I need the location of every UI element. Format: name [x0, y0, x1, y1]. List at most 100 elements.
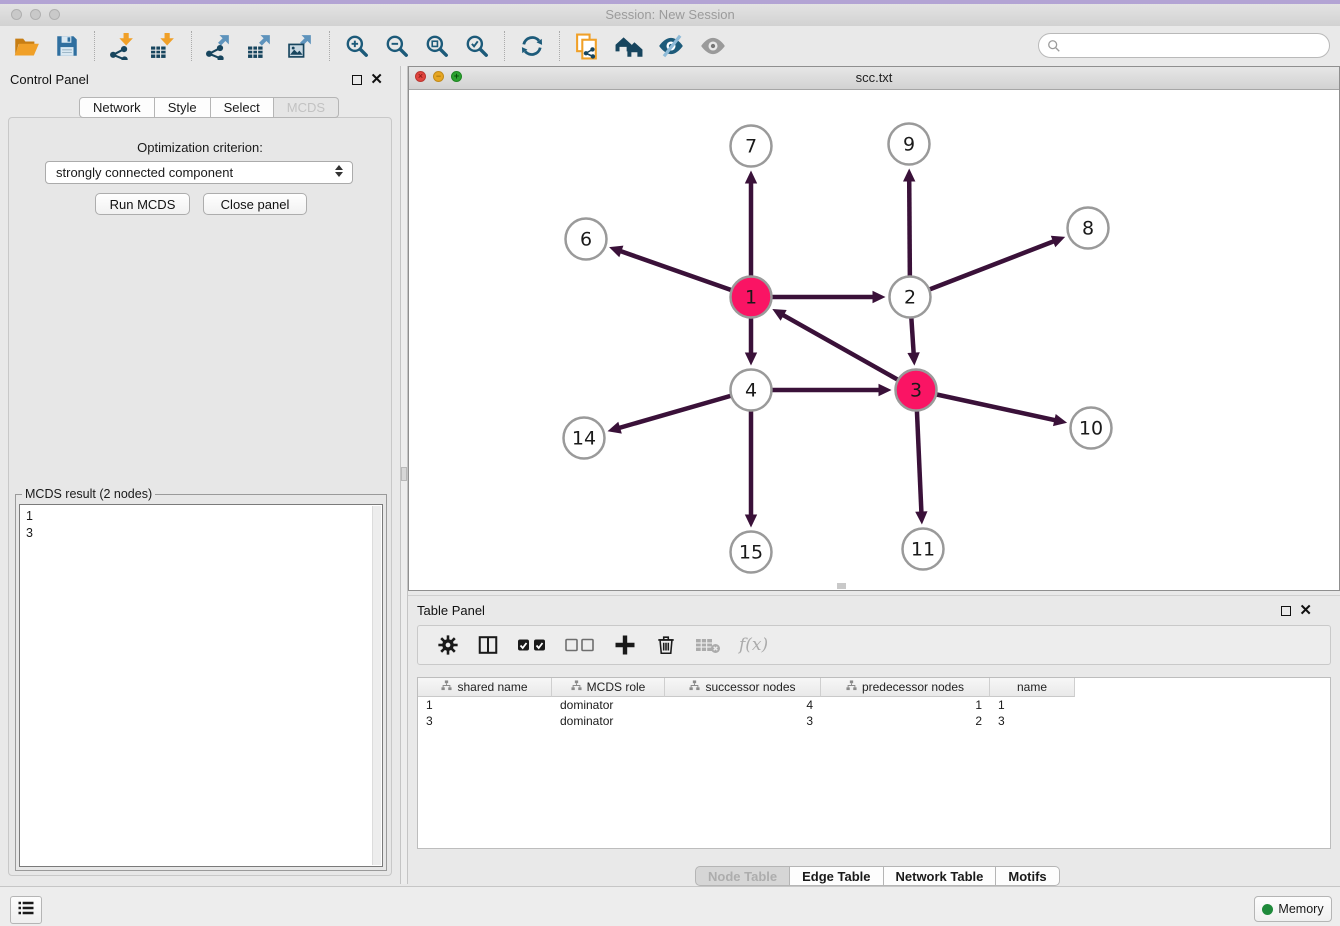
table-cell[interactable]: 4: [665, 697, 821, 713]
open-file-button[interactable]: [6, 28, 47, 64]
float-panel-icon[interactable]: [352, 75, 362, 85]
toolbar-button-group: [6, 26, 734, 66]
run-mcds-button[interactable]: Run MCDS: [95, 193, 190, 215]
toolbar-separator: [504, 31, 505, 61]
table-settings-button[interactable]: [428, 627, 468, 663]
tab-network[interactable]: Network: [79, 97, 155, 118]
tab-select[interactable]: Select: [211, 97, 274, 118]
export-image-button[interactable]: [281, 28, 322, 64]
graph-node-15[interactable]: 15: [731, 532, 772, 573]
network-window-titlebar[interactable]: × − + scc.txt: [409, 67, 1339, 90]
zoom-in-button[interactable]: [337, 28, 377, 64]
table-toolbar: f(x): [417, 625, 1331, 665]
tab-style[interactable]: Style: [155, 97, 211, 118]
zoom-in-icon: [344, 33, 370, 59]
split-panel-button[interactable]: [468, 627, 508, 663]
save-session-button[interactable]: [47, 28, 87, 64]
toolbar-separator: [559, 31, 560, 61]
tree-hierarchy-icon: [689, 680, 700, 694]
application-window: Session: New Session Control Panel ✕ Net…: [0, 0, 1340, 926]
table-cell[interactable]: dominator: [552, 713, 665, 729]
search-input[interactable]: [1065, 35, 1329, 57]
export-network-button[interactable]: [199, 28, 240, 64]
graph-edge-3-10[interactable]: [916, 390, 1067, 426]
graph-node-9[interactable]: 9: [889, 124, 930, 165]
graph-node-1[interactable]: 1: [731, 277, 772, 318]
graph-node-2[interactable]: 2: [890, 277, 931, 318]
panel-splitter[interactable]: [400, 66, 408, 884]
splitter-handle[interactable]: [401, 467, 407, 481]
column-header-successor-nodes[interactable]: successor nodes: [665, 678, 821, 697]
memory-button[interactable]: Memory: [1254, 896, 1332, 922]
table-cell[interactable]: 1: [990, 697, 1075, 713]
export-table-button[interactable]: [240, 28, 281, 64]
delete-entry-button[interactable]: [646, 627, 686, 663]
list-icon: [16, 898, 36, 923]
column-header-shared-name[interactable]: shared name: [418, 678, 552, 697]
svg-text:7: 7: [745, 136, 757, 158]
graph-node-14[interactable]: 14: [564, 418, 605, 459]
table-cell[interactable]: 3: [665, 713, 821, 729]
graph-node-10[interactable]: 10: [1071, 408, 1112, 449]
control-panel-title: Control Panel: [10, 72, 89, 87]
close-panel-icon[interactable]: ✕: [370, 73, 383, 87]
graph-node-4[interactable]: 4: [731, 370, 772, 411]
optimization-criterion-select[interactable]: strongly connected component: [45, 161, 353, 184]
zoom-out-button[interactable]: [377, 28, 417, 64]
table-cell[interactable]: 3: [418, 713, 552, 729]
show-details-button: [692, 28, 734, 64]
zoom-fit-button[interactable]: [417, 28, 457, 64]
tab-node-table[interactable]: Node Table: [695, 866, 790, 886]
hide-details-button[interactable]: [650, 28, 692, 64]
zoom-selected-button[interactable]: [457, 28, 497, 64]
table-row[interactable]: 1dominator411: [418, 697, 1330, 713]
home-button[interactable]: [608, 28, 650, 64]
table-cell[interactable]: dominator: [552, 697, 665, 713]
import-network-icon: [109, 33, 136, 60]
graph-node-8[interactable]: 8: [1068, 208, 1109, 249]
column-label: shared name: [457, 680, 527, 694]
task-history-button[interactable]: [10, 896, 42, 924]
canvas-scrollbar-thumb[interactable]: [837, 583, 846, 589]
tree-hierarchy-icon: [441, 680, 452, 694]
select-all-button[interactable]: [508, 627, 556, 663]
import-network-button[interactable]: [102, 28, 143, 64]
import-table-button[interactable]: [143, 28, 184, 64]
network-canvas[interactable]: 1 2 3 4 6 7 8 9 10 11 14 15: [409, 88, 1339, 590]
tab-motifs[interactable]: Motifs: [996, 866, 1059, 886]
close-table-panel-icon[interactable]: ✕: [1299, 604, 1312, 618]
table-cell[interactable]: 1: [821, 697, 990, 713]
graph-edge-2-8[interactable]: [910, 236, 1065, 297]
optimization-criterion-label: Optimization criterion:: [9, 140, 391, 155]
result-scrollbar[interactable]: [372, 506, 381, 865]
graph-edge-1-6[interactable]: [609, 246, 751, 297]
graph-node-3[interactable]: 3: [896, 370, 937, 411]
table-cell[interactable]: 2: [821, 713, 990, 729]
deselect-all-icon: [565, 637, 595, 653]
column-header-MCDS-role[interactable]: MCDS role: [552, 678, 665, 697]
show-details-icon: [699, 32, 727, 60]
column-header-name[interactable]: name: [990, 678, 1075, 697]
graph-node-6[interactable]: 6: [566, 219, 607, 260]
tab-mcds[interactable]: MCDS: [274, 97, 339, 118]
deselect-all-button[interactable]: [556, 627, 604, 663]
add-entry-icon: [613, 633, 637, 657]
table-cell[interactable]: 3: [990, 713, 1075, 729]
mcds-result-textarea[interactable]: 1 3: [19, 504, 383, 867]
function-builder-button: f(x): [730, 627, 777, 663]
duplicate-network-button[interactable]: [567, 28, 608, 64]
close-panel-button[interactable]: Close panel: [203, 193, 307, 215]
table-row[interactable]: 3dominator323: [418, 713, 1330, 729]
tab-edge-table[interactable]: Edge Table: [790, 866, 883, 886]
add-entry-button[interactable]: [604, 627, 646, 663]
graph-edge-3-1[interactable]: [772, 309, 916, 390]
graph-node-7[interactable]: 7: [731, 126, 772, 167]
refresh-layout-button[interactable]: [512, 28, 552, 64]
tab-network-table[interactable]: Network Table: [884, 866, 997, 886]
float-table-panel-icon[interactable]: [1281, 606, 1291, 616]
duplicate-network-icon: [574, 33, 601, 60]
graph-edge-4-14[interactable]: [608, 390, 752, 434]
table-cell[interactable]: 1: [418, 697, 552, 713]
column-header-predecessor-nodes[interactable]: predecessor nodes: [821, 678, 990, 697]
graph-node-11[interactable]: 11: [903, 529, 944, 570]
